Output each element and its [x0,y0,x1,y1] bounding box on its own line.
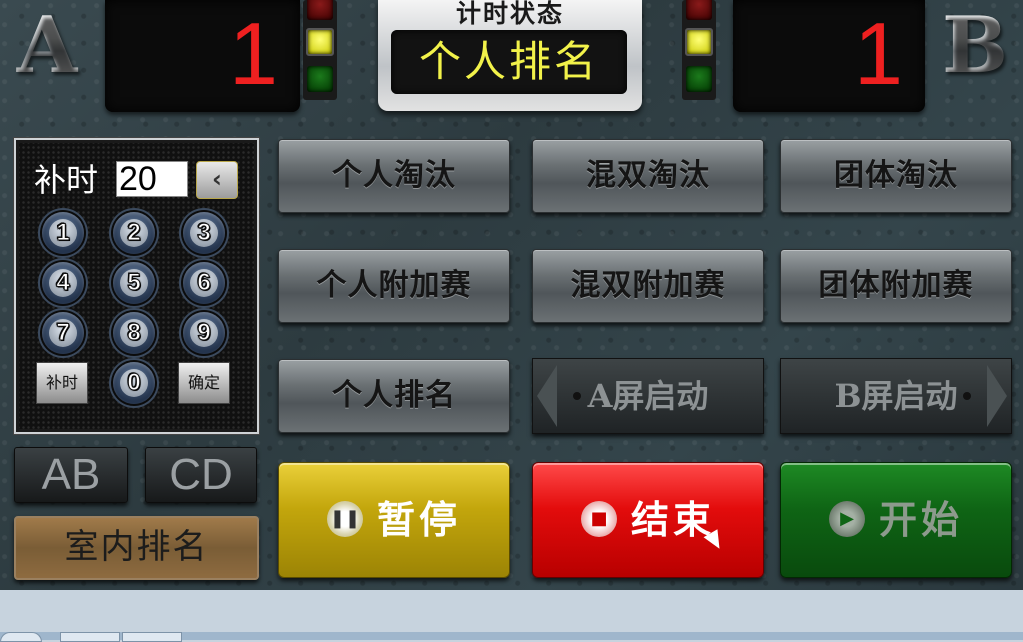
lamp-a-green [307,66,333,92]
taskbar-app-1[interactable] [60,632,120,642]
extra-time-input[interactable] [116,161,188,197]
pause-label: 暂停 [376,498,461,542]
chevron-left-icon: ‹ [212,165,222,193]
individual-ranking-button[interactable]: 个人排名 [278,359,510,433]
lamp-a-red [307,0,333,20]
stop-label: 结束 [630,498,715,542]
lamp-a-yellow [306,28,334,56]
extra-time-key[interactable]: 补时 [36,362,88,404]
screw-dot [573,392,581,400]
numkey-8[interactable]: 8 [113,312,155,354]
stop-circle-icon: ■ [580,500,617,537]
indoor-ranking-button[interactable]: 室内排名 [14,516,259,580]
stop-button[interactable]: ■ 结束 [532,462,764,578]
numkey-2[interactable]: 2 [113,212,155,254]
mixed-playoff-button[interactable]: 混双附加赛 [532,249,764,323]
score-b-display: 1 [733,0,925,112]
numkey-6[interactable]: 6 [183,262,225,304]
side-a-letter: A [2,0,92,91]
backspace-button[interactable]: ‹ [196,161,238,199]
timing-status-screen: 个人排名 [391,30,627,94]
extra-time-keypad: 补时 ‹ 1 2 3 4 5 6 7 8 9 补时 0 确定 [14,138,259,434]
score-b-value: 1 [854,4,903,103]
screen-a-start-label: A屏启动 [587,377,709,415]
os-taskbar [0,590,1023,642]
arrow-right-shape [987,365,1007,427]
play-circle-icon: ▶ [828,500,865,537]
score-a-display: 1 [105,0,300,112]
ab-button[interactable]: AB [14,447,128,503]
extra-time-label: 补时 [34,161,99,199]
pause-circle-icon: ❚❚ [326,500,363,537]
confirm-key[interactable]: 确定 [178,362,230,404]
cd-button[interactable]: CD [145,447,257,503]
scoreboard-control-panel: A 1 计时状态 个人排名 1 B 补时 ‹ 1 2 3 4 5 6 7 8 9… [0,0,1023,590]
team-elimination-button[interactable]: 团体淘汰 [780,139,1012,213]
numkey-9[interactable]: 9 [183,312,225,354]
screw-dot [963,392,971,400]
screen-b-start-button[interactable]: B屏启动 [780,358,1012,434]
taskbar-app-2[interactable] [122,632,182,642]
numkey-0[interactable]: 0 [113,362,155,404]
screen-b-start-label: B屏启动 [834,377,958,415]
lamp-b-yellow [685,28,713,56]
numkey-3[interactable]: 3 [183,212,225,254]
lamp-b-green [686,66,712,92]
start-label: 开始 [878,498,963,542]
timing-status-title: 计时状态 [455,0,564,28]
side-b-letter: B [930,0,1020,91]
mixed-elimination-button[interactable]: 混双淘汰 [532,139,764,213]
arrow-left-shape [537,365,557,427]
team-playoff-button[interactable]: 团体附加赛 [780,249,1012,323]
numkey-4[interactable]: 4 [42,262,84,304]
pause-button[interactable]: ❚❚ 暂停 [278,462,510,578]
numkey-1[interactable]: 1 [42,212,84,254]
timing-status-value: 个人排名 [418,37,599,86]
individual-elimination-button[interactable]: 个人淘汰 [278,139,510,213]
lamp-b-red [686,0,712,20]
numkey-5[interactable]: 5 [113,262,155,304]
individual-playoff-button[interactable]: 个人附加赛 [278,249,510,323]
timing-status-panel: 计时状态 个人排名 [378,0,642,111]
screen-a-start-button[interactable]: A屏启动 [532,358,764,434]
numkey-7[interactable]: 7 [42,312,84,354]
start-orb-icon[interactable] [0,632,42,642]
start-button[interactable]: ▶ 开始 [780,462,1012,578]
score-a-value: 1 [229,4,278,103]
